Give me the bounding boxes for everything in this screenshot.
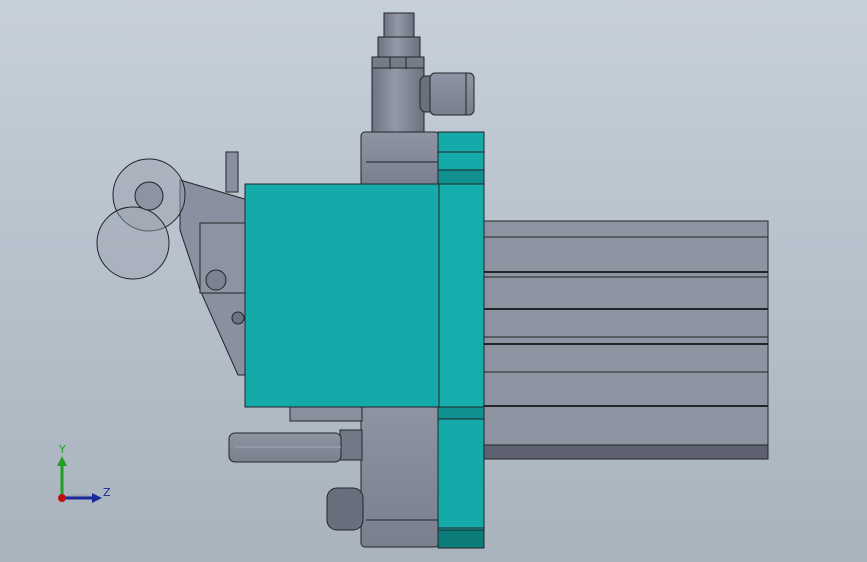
triad-z-label: Z bbox=[103, 486, 111, 499]
elbow-fitting[interactable] bbox=[419, 72, 475, 116]
cylinder-assembly-model[interactable] bbox=[0, 0, 867, 562]
cad-graphics-viewport[interactable]: Y Z bbox=[0, 0, 867, 562]
triad-x-axis-dot bbox=[58, 494, 66, 502]
mounting-block[interactable] bbox=[244, 183, 485, 408]
roller-bracket[interactable] bbox=[96, 151, 249, 376]
cylinder-tube[interactable] bbox=[482, 220, 769, 460]
guide-rod[interactable] bbox=[228, 432, 342, 463]
air-fitting-top[interactable] bbox=[371, 12, 425, 133]
z-arrow-icon bbox=[92, 493, 102, 503]
triad-y-label: Y bbox=[58, 443, 66, 456]
y-arrow-icon bbox=[57, 456, 67, 466]
view-orientation-triad: Y Z bbox=[57, 443, 111, 503]
lower-plug[interactable] bbox=[326, 487, 364, 531]
